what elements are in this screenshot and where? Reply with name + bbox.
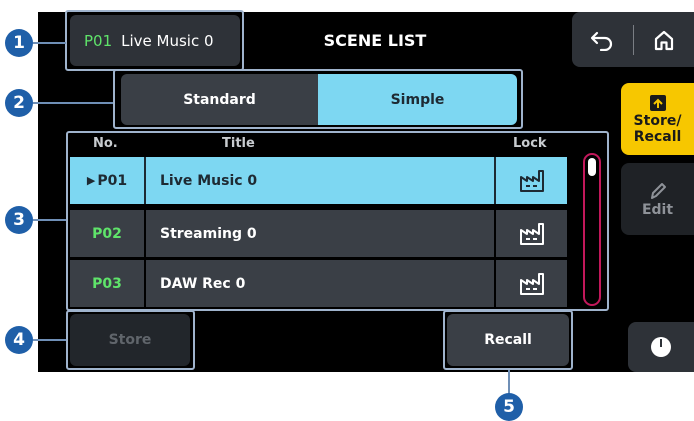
callout-marker-2: 2 [5,89,33,117]
edit-button[interactable]: Edit [621,163,694,235]
callout-marker-3: 3 [5,206,33,234]
store-recall-label-2: Recall [633,129,682,145]
pencil-icon [650,183,666,199]
store-recall-label-1: Store/ [633,113,682,129]
callout-box-4 [66,310,195,370]
callout-leader-3 [33,219,66,221]
undo-icon [591,31,613,51]
callout-leader-1 [33,42,66,44]
callout-box-2 [113,69,523,129]
home-button[interactable] [634,12,694,67]
undo-button[interactable] [572,12,633,67]
callout-leader-2 [33,102,113,104]
power-button[interactable] [628,322,694,372]
callout-leader-4 [33,339,66,341]
callout-box-5 [443,310,573,370]
callout-box-3 [66,131,609,311]
home-icon [654,30,673,50]
callout-marker-5: 5 [495,393,523,421]
store-recall-icon [649,95,666,111]
power-icon [651,337,671,357]
edit-label: Edit [641,202,674,218]
callout-box-1 [65,10,244,71]
page-title: SCENE LIST [323,31,427,50]
callout-marker-1: 1 [5,29,33,57]
callout-marker-4: 4 [5,326,33,354]
top-button-group [572,12,694,67]
store-recall-button[interactable]: Store/ Recall [621,83,694,155]
